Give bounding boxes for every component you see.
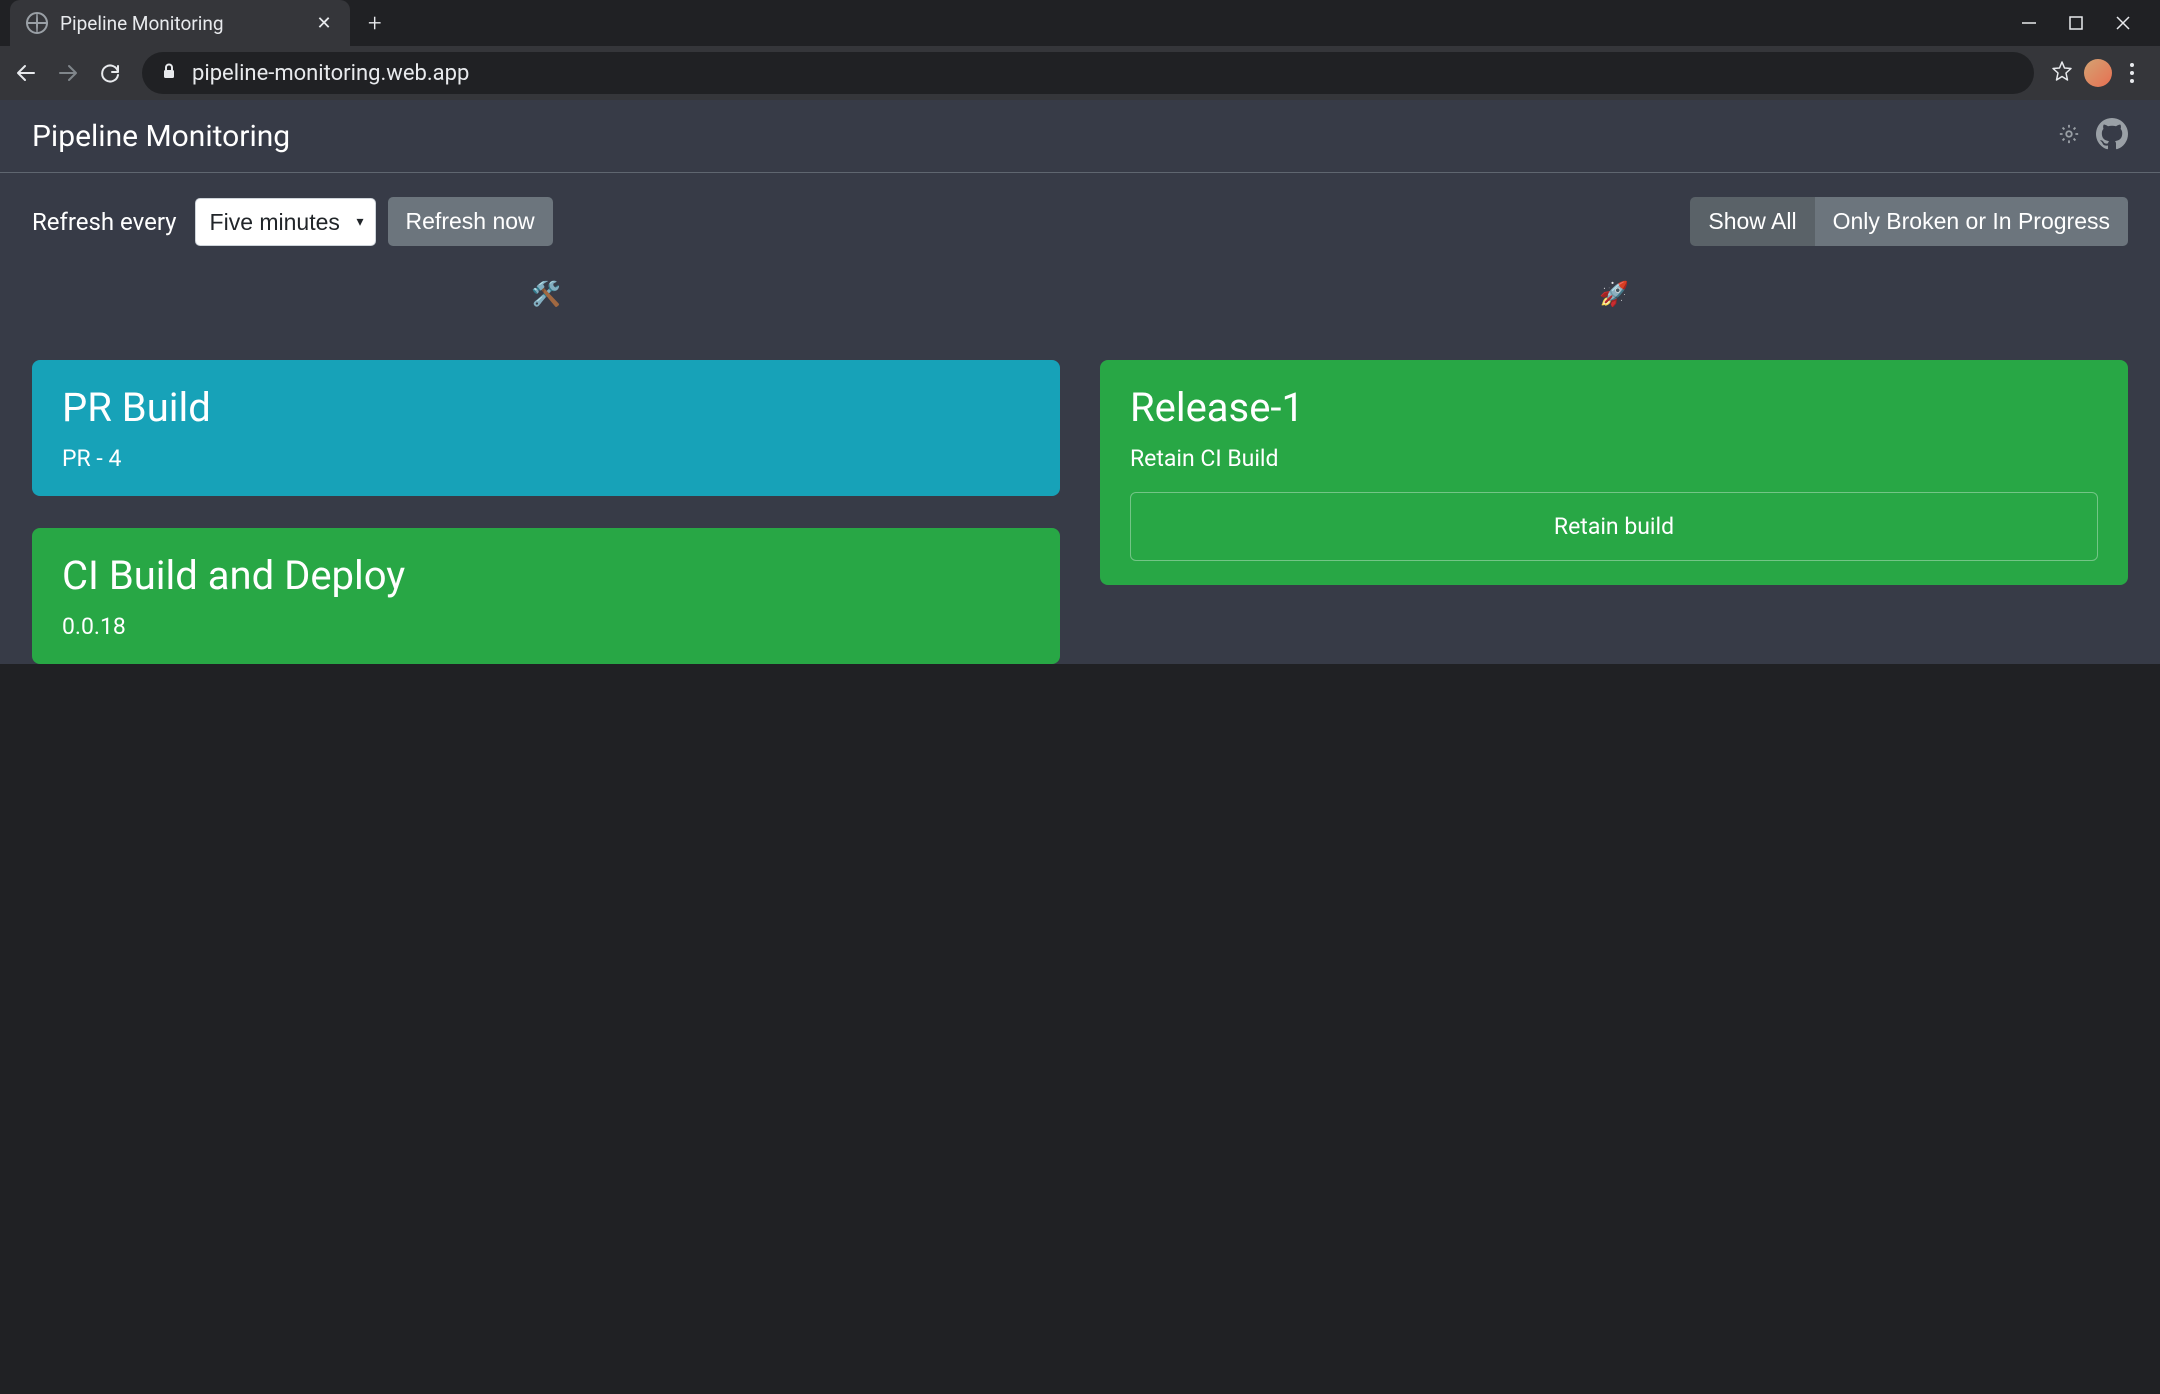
reload-button[interactable]: [94, 57, 126, 89]
app-header: Pipeline Monitoring: [0, 100, 2160, 173]
card-title: PR Build: [62, 384, 1030, 431]
filter-group: Show All Only Broken or In Progress: [1690, 197, 2128, 246]
refresh-now-button[interactable]: Refresh now: [388, 197, 553, 246]
release-column: 🚀 Release-1 Retain CI Build Retain build: [1100, 270, 2128, 664]
maximize-button[interactable]: [2068, 15, 2084, 31]
gear-icon[interactable]: [2058, 123, 2080, 149]
browser-menu-icon[interactable]: [2122, 63, 2142, 83]
show-all-button[interactable]: Show All: [1690, 197, 1814, 246]
browser-tab-bar: Pipeline Monitoring ✕ +: [0, 0, 2160, 46]
bookmark-star-icon[interactable]: [2050, 59, 2074, 87]
github-icon[interactable]: [2096, 118, 2128, 154]
pipeline-card-release-1[interactable]: Release-1 Retain CI Build Retain build: [1100, 360, 2128, 585]
window-controls: [2020, 0, 2160, 46]
card-title: CI Build and Deploy: [62, 552, 1030, 599]
tab-title: Pipeline Monitoring: [60, 12, 302, 35]
card-subtitle: 0.0.18: [62, 613, 1030, 640]
page-title: Pipeline Monitoring: [32, 119, 290, 154]
close-icon[interactable]: ✕: [314, 13, 334, 34]
refresh-label: Refresh every: [32, 208, 177, 236]
address-bar[interactable]: pipeline-monitoring.web.app: [142, 52, 2034, 94]
browser-tab[interactable]: Pipeline Monitoring ✕: [10, 0, 350, 46]
lock-icon: [160, 62, 178, 84]
globe-icon: [26, 12, 48, 34]
rocket-icon: 🚀: [1100, 270, 2128, 328]
only-broken-button[interactable]: Only Broken or In Progress: [1815, 197, 2128, 246]
build-column: 🛠️ PR Build PR - 4 CI Build and Deploy 0…: [32, 270, 1060, 664]
refresh-interval-select[interactable]: Five minutes: [195, 198, 376, 246]
card-subtitle: PR - 4: [62, 445, 1030, 472]
new-tab-button[interactable]: +: [350, 9, 400, 37]
forward-button[interactable]: [52, 57, 84, 89]
url-text: pipeline-monitoring.web.app: [192, 61, 469, 86]
back-button[interactable]: [10, 57, 42, 89]
toolbar: Refresh every Five minutes Refresh now S…: [0, 173, 2160, 270]
hammer-wrench-icon: 🛠️: [32, 270, 1060, 328]
close-window-button[interactable]: [2114, 14, 2132, 32]
card-title: Release-1: [1130, 384, 2098, 431]
pipeline-card-pr-build[interactable]: PR Build PR - 4: [32, 360, 1060, 496]
pipeline-card-ci-build[interactable]: CI Build and Deploy 0.0.18: [32, 528, 1060, 664]
profile-avatar[interactable]: [2084, 59, 2112, 87]
browser-nav-bar: pipeline-monitoring.web.app: [0, 46, 2160, 100]
retain-build-stage[interactable]: Retain build: [1130, 492, 2098, 561]
minimize-button[interactable]: [2020, 14, 2038, 32]
card-subtitle: Retain CI Build: [1130, 445, 2098, 472]
